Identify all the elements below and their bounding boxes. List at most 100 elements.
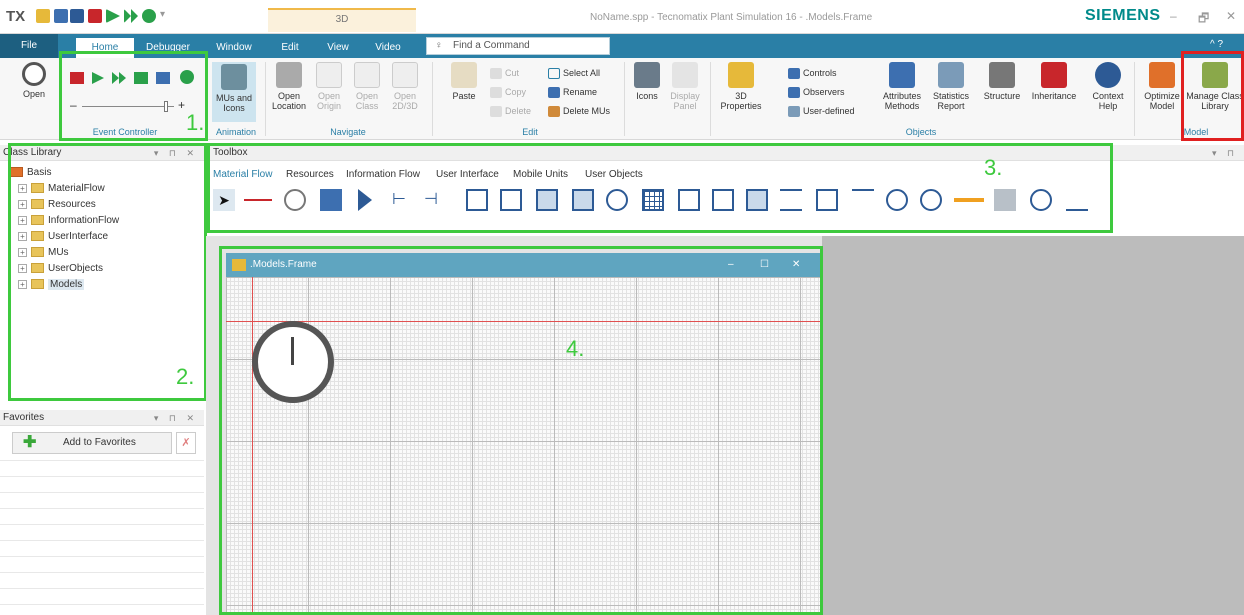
title-bar: TX ▾ 3D NoName.spp - Tecnomatix Plant Si… xyxy=(0,0,1244,34)
user-defined-button[interactable]: User-defined xyxy=(788,104,855,118)
controls-button[interactable]: Controls xyxy=(788,66,837,80)
group-separator xyxy=(1134,62,1135,136)
edit-group-label: Edit xyxy=(522,127,538,137)
rename-icon xyxy=(548,87,560,99)
copy-button[interactable]: Copy xyxy=(490,85,526,99)
favorites-panel: Favorites ▾ ⊓ ✕ ✚ Add to Favorites ✗ xyxy=(0,410,204,615)
tab-video[interactable]: Video xyxy=(368,38,408,58)
open-file-icon[interactable] xyxy=(36,9,50,23)
icons-icon xyxy=(634,62,660,88)
open-origin-button[interactable]: Open Origin xyxy=(312,62,346,111)
display-panel-icon xyxy=(672,62,698,88)
fast-forward-icon[interactable] xyxy=(124,9,138,23)
save-all-icon[interactable] xyxy=(70,9,84,23)
tab-window[interactable]: Window xyxy=(208,38,260,58)
copy-icon xyxy=(490,87,502,99)
window-title: NoName.spp - Tecnomatix Plant Simulation… xyxy=(590,12,873,23)
app-logo: TX xyxy=(6,8,26,25)
paste-button[interactable]: Paste xyxy=(444,62,484,101)
find-command-input[interactable]: ♀ Find a Command xyxy=(426,37,610,55)
panel-controls-icon[interactable]: ▾ ⊓ ✕ xyxy=(154,410,198,426)
close-button[interactable]: ✕ xyxy=(1226,9,1236,23)
start-icon[interactable] xyxy=(106,9,120,23)
display-panel-button[interactable]: Display Panel xyxy=(666,62,704,111)
select-all-icon xyxy=(548,68,560,80)
delete-button[interactable]: Delete xyxy=(490,104,531,118)
stopwatch-icon xyxy=(22,62,46,86)
observers-icon xyxy=(788,87,800,99)
tab-view[interactable]: View xyxy=(320,38,356,58)
group-separator xyxy=(432,62,433,136)
statistics-icon xyxy=(938,62,964,88)
highlight-toolbox xyxy=(207,143,1113,233)
tab-file[interactable]: File xyxy=(0,34,58,58)
house-icon xyxy=(316,62,342,88)
tab-edit[interactable]: Edit xyxy=(272,38,308,58)
delete-icon xyxy=(490,106,502,118)
open-button[interactable]: Open xyxy=(16,62,52,99)
context-help-button[interactable]: Context Help xyxy=(1088,62,1128,111)
highlight-manage-class-library xyxy=(1181,51,1244,141)
delete-mus-button[interactable]: Delete MUs xyxy=(548,104,610,118)
icons-button[interactable]: Icons xyxy=(630,62,664,101)
attributes-methods-button[interactable]: Attributes Methods xyxy=(876,62,928,111)
globe-icon[interactable] xyxy=(142,9,156,23)
mus-icon xyxy=(221,64,247,90)
attributes-icon xyxy=(889,62,915,88)
mus-and-icons-button[interactable]: MUs and Icons xyxy=(212,62,256,122)
inheritance-icon xyxy=(1041,62,1067,88)
clipboard-icon xyxy=(451,62,477,88)
customize-quick-access-icon[interactable]: ▾ xyxy=(160,9,165,20)
group-separator xyxy=(624,62,625,136)
favorites-header: Favorites ▾ ⊓ ✕ xyxy=(0,410,204,426)
statistics-report-button[interactable]: Statistics Report xyxy=(928,62,974,111)
delete-mus-icon xyxy=(548,106,560,118)
optimize-model-button[interactable]: Optimize Model xyxy=(1140,62,1184,111)
open-location-button[interactable]: Open Location xyxy=(270,62,308,111)
user-defined-icon xyxy=(788,106,800,118)
open-2d3d-button[interactable]: Open 2D/3D xyxy=(388,62,422,111)
plus-icon: ✚ xyxy=(23,434,37,451)
optimize-icon xyxy=(1149,62,1175,88)
group-separator xyxy=(710,62,711,136)
add-to-favorites-button[interactable]: ✚ Add to Favorites xyxy=(12,432,172,454)
open-class-button[interactable]: Open Class xyxy=(350,62,384,111)
3d-icon xyxy=(728,62,754,88)
find-command-placeholder: Find a Command xyxy=(453,40,530,51)
select-all-button[interactable]: Select All xyxy=(548,66,600,80)
rename-button[interactable]: Rename xyxy=(548,85,597,99)
highlight-class-library xyxy=(8,143,207,401)
class-icon xyxy=(354,62,380,88)
3d-properties-button[interactable]: 3D Properties xyxy=(716,62,766,111)
group-separator xyxy=(265,62,266,136)
remove-favorite-button[interactable]: ✗ xyxy=(176,432,196,454)
favorites-list xyxy=(0,460,204,615)
reset-icon[interactable] xyxy=(88,9,102,23)
save-icon[interactable] xyxy=(54,9,68,23)
animation-group-label: Animation xyxy=(215,127,257,137)
structure-icon xyxy=(989,62,1015,88)
2d3d-icon xyxy=(392,62,418,88)
scissors-icon xyxy=(490,68,502,80)
footprints-icon xyxy=(276,62,302,88)
lightbulb-icon: ♀ xyxy=(435,40,443,51)
ribbon-collapse-icon[interactable]: ^ ? xyxy=(1210,39,1223,50)
objects-group-label: Objects xyxy=(905,127,937,137)
annotation-1: 1. xyxy=(186,110,205,135)
cut-button[interactable]: Cut xyxy=(490,66,519,80)
annotation-2: 2. xyxy=(176,364,195,389)
controls-icon xyxy=(788,68,800,80)
annotation-3: 3. xyxy=(984,155,1003,180)
restore-button[interactable]: 🗗 xyxy=(1198,9,1209,30)
context-tab-3d[interactable]: 3D xyxy=(268,8,416,32)
annotation-4: 4. xyxy=(566,336,585,361)
panel-controls-icon[interactable]: ▾ ⊓ xyxy=(1212,145,1238,161)
siemens-logo: SIEMENS xyxy=(1085,7,1161,24)
highlight-frame-window xyxy=(219,246,823,615)
observers-button[interactable]: Observers xyxy=(788,85,845,99)
structure-button[interactable]: Structure xyxy=(978,62,1026,101)
inheritance-button[interactable]: Inheritance xyxy=(1026,62,1082,101)
minimize-button[interactable]: – xyxy=(1170,9,1177,23)
help-icon xyxy=(1095,62,1121,88)
navigate-group-label: Navigate xyxy=(330,127,366,137)
